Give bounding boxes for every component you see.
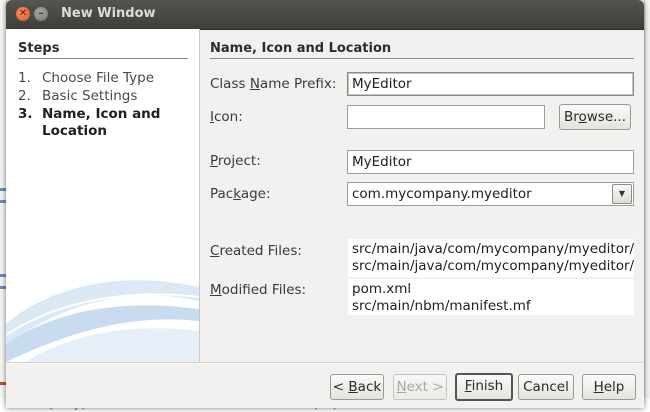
back-button[interactable]: < Back [330,374,384,400]
step-number: 1. [18,70,31,86]
steps-heading: Steps [18,41,188,59]
step-label: Choose File Type [42,70,155,86]
browse-button[interactable]: Browse... [559,104,631,130]
file-path: src/main/nbm/manifest.mf [352,298,531,314]
class-name-prefix-input[interactable]: MyEditor [347,72,634,96]
decorative-wave-graphic [6,270,199,362]
file-path: src/main/java/com/mycompany/myeditor/MyE… [352,258,634,274]
created-files-label: Created Files: [210,243,302,259]
chevron-down-icon[interactable]: ▼ [612,184,632,204]
icon-label: Icon: [210,109,243,125]
window-title: New Window [61,6,156,21]
finish-button[interactable]: Finish [455,373,513,401]
minimize-window-button[interactable]: – [34,7,48,21]
file-path: src/main/java/com/mycompany/myeditor/MyE… [352,241,634,257]
step-number: 3. [18,106,33,122]
cancel-button[interactable]: Cancel [518,374,574,400]
form-heading: Name, Icon and Location [210,41,634,59]
next-button[interactable]: Next > [393,374,447,400]
package-combo-input[interactable]: com.mycompany.myeditor [347,182,634,206]
footer-divider-highlight [6,363,644,364]
project-label: Project: [210,153,261,169]
created-files-list: src/main/java/com/mycompany/myeditor/MyE… [348,239,634,277]
step-number: 2. [18,88,31,104]
step-label: Name, Icon and Location [42,106,161,139]
package-label: Package: [210,186,271,202]
close-window-button[interactable]: ✕ [16,7,30,21]
title-bar[interactable]: ✕ – New Window [6,0,644,30]
modified-files-label: Modified Files: [210,282,307,298]
project-field[interactable]: MyEditor [347,150,634,174]
file-path: pom.xml [352,281,412,297]
help-button[interactable]: Help [582,374,636,400]
new-window-dialog: ✕ – New Window Steps 1. Choose File Type… [6,0,644,408]
background-editor-right [644,0,650,412]
class-name-prefix-label: Class Name Prefix: [210,76,337,92]
icon-input[interactable] [347,105,545,129]
step-label: Basic Settings [42,88,138,104]
steps-panel: Steps 1. Choose File Type 2. Basic Setti… [6,29,200,362]
modified-files-list: pom.xml src/main/nbm/manifest.mf [348,279,634,315]
